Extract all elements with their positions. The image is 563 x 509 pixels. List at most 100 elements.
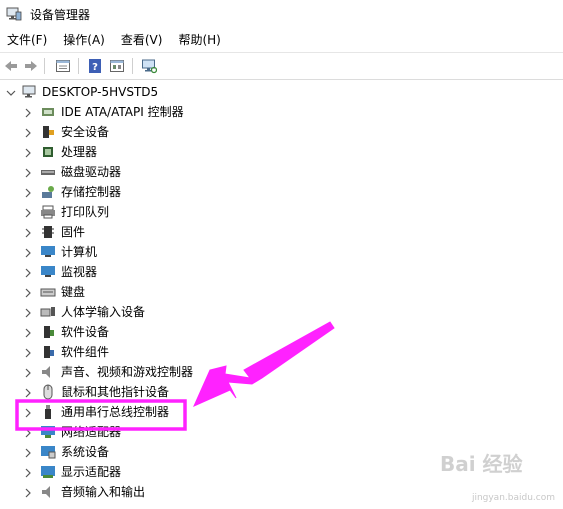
tree-item[interactable]: 鼠标和其他指针设备 — [0, 382, 300, 402]
tree-item-label: 监视器 — [61, 265, 98, 279]
tree-item[interactable]: 固件 — [0, 222, 300, 242]
update-driver-icon[interactable] — [108, 57, 126, 75]
tree-item[interactable]: 软件设备 — [0, 322, 300, 342]
forward-icon[interactable] — [22, 57, 40, 75]
back-icon[interactable] — [2, 57, 20, 75]
menu-view[interactable]: 查看(V) — [113, 30, 171, 50]
tree-root-label: DESKTOP-5HVSTD5 — [42, 85, 159, 99]
computer-root-icon — [22, 85, 36, 98]
chevron-right-icon[interactable] — [23, 488, 33, 498]
tree-item-label: 固件 — [61, 225, 86, 239]
mouse-icon — [43, 384, 53, 400]
svg-text:?: ? — [92, 62, 98, 73]
firmware-icon — [42, 226, 54, 238]
tree-item[interactable]: 软件组件 — [0, 342, 300, 362]
tree-item-label: 软件设备 — [61, 325, 110, 339]
usb-icon — [45, 405, 51, 419]
tree-item[interactable]: 人体学输入设备 — [0, 302, 300, 322]
chevron-right-icon[interactable] — [23, 168, 33, 178]
chevron-right-icon[interactable] — [23, 188, 33, 198]
chevron-right-icon[interactable] — [23, 408, 33, 418]
chevron-down-icon[interactable] — [6, 88, 16, 98]
tree-item-label: 软件组件 — [61, 345, 110, 359]
watermark-url: jingyan.baidu.com — [471, 493, 555, 503]
tree-item[interactable]: 计算机 — [0, 242, 300, 262]
tree-item[interactable]: 存储控制器 — [0, 182, 300, 202]
chevron-right-icon[interactable] — [23, 208, 33, 218]
tree-item-label: 声音、视频和游戏控制器 — [61, 365, 194, 379]
menu-file[interactable]: 文件(F) — [0, 30, 55, 50]
chevron-right-icon[interactable] — [23, 328, 33, 338]
scan-hardware-icon[interactable] — [140, 57, 158, 75]
menu-action[interactable]: 操作(A) — [55, 30, 113, 50]
tree-root[interactable]: DESKTOP-5HVSTD5 — [0, 82, 300, 102]
keyboard-icon — [40, 288, 56, 297]
tree-item-label: 人体学输入设备 — [61, 305, 146, 319]
tree-item[interactable]: 显示适配器 — [0, 462, 300, 482]
sound-icon — [42, 366, 50, 378]
tree-item[interactable]: 处理器 — [0, 142, 300, 162]
monitor-icon — [41, 266, 55, 277]
ide-controller-icon — [42, 108, 54, 116]
device-manager-icon — [6, 7, 22, 21]
tree-item[interactable]: 网络适配器 — [0, 422, 300, 442]
tree-item-label: IDE ATA/ATAPI 控制器 — [61, 105, 184, 119]
tree-item-label: 系统设备 — [61, 445, 110, 459]
tree-item-label: 磁盘驱动器 — [61, 165, 122, 179]
audio-io-icon — [42, 486, 50, 498]
tree-item-label: 安全设备 — [61, 125, 110, 139]
chevron-right-icon[interactable] — [23, 388, 33, 398]
chevron-right-icon[interactable] — [23, 368, 33, 378]
tree-item[interactable]: 磁盘驱动器 — [0, 162, 300, 182]
tree-item-label: 显示适配器 — [61, 465, 122, 479]
hid-icon — [40, 307, 55, 317]
tree-item[interactable]: 键盘 — [0, 282, 300, 302]
software-device-icon — [44, 326, 54, 338]
tree-item[interactable]: 通用串行总线控制器 — [0, 402, 300, 422]
chevron-right-icon[interactable] — [23, 268, 33, 278]
help-icon[interactable]: ? — [86, 57, 104, 75]
chevron-right-icon[interactable] — [23, 148, 33, 158]
tree-item-label: 计算机 — [61, 245, 98, 259]
processor-icon — [43, 147, 53, 157]
chevron-right-icon[interactable] — [23, 228, 33, 238]
tree-item-label: 处理器 — [61, 145, 98, 159]
watermark-logo: Bai 经验 — [440, 452, 523, 476]
menu-bar: 文件(F) 操作(A) 查看(V) 帮助(H) — [0, 30, 563, 50]
print-queue-icon — [41, 205, 55, 219]
security-device-icon — [43, 126, 54, 138]
tree-item[interactable]: 音频输入和输出 — [0, 482, 300, 502]
tree-item[interactable]: 打印队列 — [0, 202, 300, 222]
chevron-right-icon[interactable] — [23, 108, 33, 118]
menu-help[interactable]: 帮助(H) — [170, 30, 228, 50]
title-bar: 设备管理器 — [0, 0, 563, 28]
tree-item-label: 鼠标和其他指针设备 — [61, 385, 170, 399]
tree-item-label: 音频输入和输出 — [61, 485, 146, 499]
tree-item[interactable]: 系统设备 — [0, 442, 300, 462]
computer-icon — [41, 246, 55, 257]
chevron-right-icon[interactable] — [23, 448, 33, 458]
chevron-right-icon[interactable] — [23, 428, 33, 438]
chevron-right-icon[interactable] — [23, 128, 33, 138]
system-device-icon — [41, 446, 56, 459]
tree-item[interactable]: 监视器 — [0, 262, 300, 282]
tree-item-label: 存储控制器 — [61, 185, 122, 199]
chevron-right-icon[interactable] — [23, 348, 33, 358]
chevron-right-icon[interactable] — [23, 288, 33, 298]
chevron-right-icon[interactable] — [23, 308, 33, 318]
tree-item[interactable]: 安全设备 — [0, 122, 300, 142]
tree-item-label: 键盘 — [61, 285, 86, 299]
tree-item[interactable]: 声音、视频和游戏控制器 — [0, 362, 300, 382]
tree-item-label: 网络适配器 — [61, 425, 122, 439]
network-adapter-icon — [41, 426, 55, 438]
tree-item-label: 通用串行总线控制器 — [61, 405, 170, 419]
chevron-right-icon[interactable] — [23, 468, 33, 478]
window-title: 设备管理器 — [30, 8, 91, 22]
properties-icon[interactable] — [54, 57, 72, 75]
chevron-right-icon[interactable] — [23, 248, 33, 258]
software-component-icon — [44, 346, 54, 358]
storage-controller-icon — [42, 186, 54, 198]
display-adapter-icon — [41, 466, 55, 478]
tree-item-label: 打印队列 — [61, 205, 110, 219]
tree-item[interactable]: IDE ATA/ATAPI 控制器 — [0, 102, 300, 122]
